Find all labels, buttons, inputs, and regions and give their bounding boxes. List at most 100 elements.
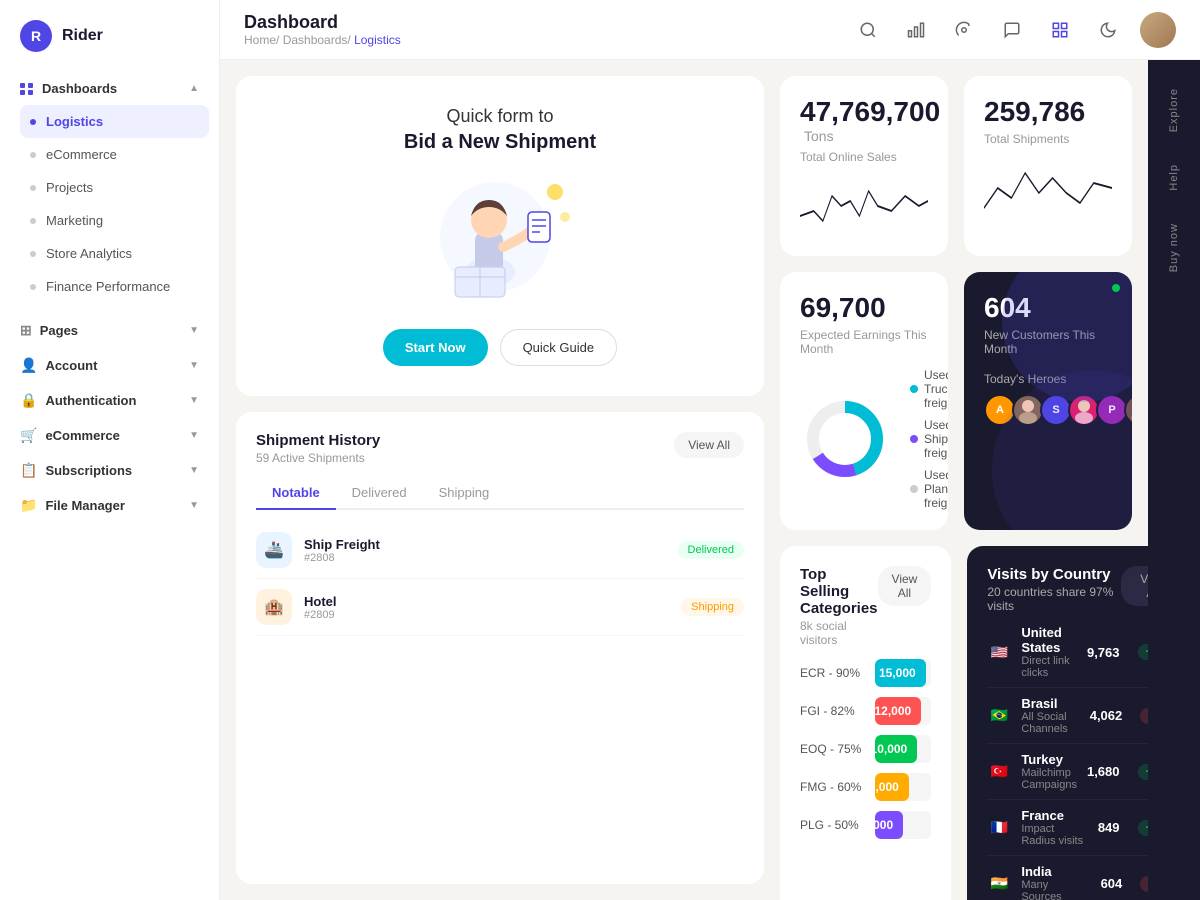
sidebar-item-projects[interactable]: Projects xyxy=(10,171,219,204)
chevron-down-icon: ▼ xyxy=(189,360,199,371)
visits-card: Visits by Country 20 countries share 97%… xyxy=(967,546,1148,900)
logo[interactable]: R Rider xyxy=(0,20,219,72)
fr-flag: 🇫🇷 xyxy=(987,819,1011,837)
ship-label: Used Ship freight xyxy=(924,418,948,460)
tab-delivered[interactable]: Delivered xyxy=(336,477,423,510)
start-now-button[interactable]: Start Now xyxy=(383,329,488,366)
country-source: All Social Channels xyxy=(1021,711,1079,735)
shipment-info: Ship Freight #2808 xyxy=(304,537,666,564)
chevron-up-icon: ▲ xyxy=(189,83,199,94)
shipment-id: #2808 xyxy=(304,552,666,564)
page-title: Dashboard xyxy=(244,12,401,33)
bottom-grid: Top Selling Categories 8k social visitor… xyxy=(780,546,1132,900)
sales-chart xyxy=(800,176,928,236)
country-value: 849 xyxy=(1098,820,1120,835)
auth-icon: 🔒 xyxy=(20,392,37,409)
rs-tab-explore[interactable]: Explore xyxy=(1160,76,1188,144)
bar-label: FMG - 60% xyxy=(800,780,865,794)
user-avatar[interactable] xyxy=(1140,12,1176,48)
stats-grid-top: 47,769,700 Tons Total Online Sales 259,7… xyxy=(780,76,1132,256)
moon-icon[interactable] xyxy=(1092,14,1124,46)
grid-icon[interactable] xyxy=(1044,14,1076,46)
right-panel: 47,769,700 Tons Total Online Sales 259,7… xyxy=(780,60,1148,900)
categories-bars: ECR - 90% 15,000 FGI - 82% 12,000 xyxy=(800,659,931,839)
earnings-card: 69,700 Expected Earnings This Month xyxy=(780,272,948,530)
sidebar-item-marketing[interactable]: Marketing xyxy=(10,204,219,237)
dashboards-icon xyxy=(20,83,34,95)
search-icon[interactable] xyxy=(852,14,884,46)
legend-truck: Used Truck freight 45% xyxy=(910,368,948,410)
sidebar-item-store-analytics[interactable]: Store Analytics xyxy=(10,237,219,270)
bar-track: 10,000 xyxy=(875,735,931,763)
bar-label: ECR - 90% xyxy=(800,666,865,680)
file-manager-group[interactable]: 📁 File Manager ▼ xyxy=(0,488,219,523)
header: Dashboard Home/ Dashboards/ Logistics xyxy=(220,0,1200,60)
countries-list: 🇺🇸 United States Direct link clicks 9,76… xyxy=(987,617,1148,900)
bar-label: PLG - 50% xyxy=(800,818,865,832)
bar-fill: 15,000 xyxy=(875,659,926,687)
chevron-down-icon: ▼ xyxy=(189,430,199,441)
country-info: United States Direct link clicks xyxy=(1021,625,1077,679)
sidebar: R Rider Dashboards ▲ Logistics eCommerce… xyxy=(0,0,220,900)
tab-notable[interactable]: Notable xyxy=(256,477,336,510)
donut-chart-container: Used Truck freight 45% Used Ship freight… xyxy=(800,368,928,510)
bar-fmg: FMG - 60% 8,000 xyxy=(800,773,931,801)
shipment-hotel-icon: 🏨 xyxy=(256,589,292,625)
rs-tab-help[interactable]: Help xyxy=(1160,152,1188,203)
donut-chart xyxy=(800,394,890,484)
chart-icon[interactable] xyxy=(900,14,932,46)
br-flag: 🇧🇷 xyxy=(987,707,1011,725)
visits-view-all[interactable]: View All xyxy=(1121,566,1148,606)
shipment-history-subtitle: 59 Active Shipments xyxy=(256,451,380,465)
bar-track: 8,000 xyxy=(875,773,931,801)
dashboards-group[interactable]: Dashboards ▲ xyxy=(0,72,219,105)
settings-icon[interactable] xyxy=(948,14,980,46)
promo-illustration xyxy=(410,172,590,302)
sidebar-item-finance-performance[interactable]: Finance Performance xyxy=(10,270,219,303)
shipments-chart xyxy=(984,158,1112,218)
messages-icon[interactable] xyxy=(996,14,1028,46)
rs-tab-buy-now[interactable]: Buy now xyxy=(1160,211,1188,284)
pages-group[interactable]: ⊞ Pages ▼ xyxy=(0,313,219,348)
plane-label: Used Plane freight xyxy=(924,468,948,510)
quick-guide-button[interactable]: Quick Guide xyxy=(500,329,618,366)
ecommerce-group[interactable]: 🛒 eCommerce ▼ xyxy=(0,418,219,453)
shipment-status: Delivered xyxy=(678,541,744,559)
categories-card: Top Selling Categories 8k social visitor… xyxy=(780,546,951,900)
subscriptions-icon: 📋 xyxy=(20,462,37,479)
app-name: Rider xyxy=(62,27,103,45)
card-header: Visits by Country 20 countries share 97%… xyxy=(987,566,1148,613)
view-all-button[interactable]: View All xyxy=(674,432,744,458)
shipment-name: Ship Freight xyxy=(304,537,666,552)
authentication-group[interactable]: 🔒 Authentication ▼ xyxy=(0,383,219,418)
bar-eoq: EOQ - 75% 10,000 xyxy=(800,735,931,763)
categories-title: Top Selling Categories xyxy=(800,566,878,617)
country-fr: 🇫🇷 France Impact Radius visits 849 +4.1% xyxy=(987,800,1148,856)
sidebar-item-ecommerce[interactable]: eCommerce xyxy=(10,138,219,171)
legend-plane: Used Plane freight 34% xyxy=(910,468,948,510)
categories-view-all[interactable]: View All xyxy=(878,566,932,606)
sidebar-item-logistics[interactable]: Logistics xyxy=(20,105,209,138)
bar-label: EOQ - 75% xyxy=(800,742,865,756)
pages-icon: ⊞ xyxy=(20,322,32,339)
subscriptions-group[interactable]: 📋 Subscriptions ▼ xyxy=(0,453,219,488)
breadcrumb-home: Home/ xyxy=(244,33,283,47)
card-title-group: Top Selling Categories 8k social visitor… xyxy=(800,566,878,647)
active-dot xyxy=(30,119,36,125)
card-header: Shipment History 59 Active Shipments Vie… xyxy=(256,432,744,465)
dot-icon xyxy=(30,185,36,191)
tab-shipping[interactable]: Shipping xyxy=(423,477,506,510)
card-title-group: Visits by Country 20 countries share 97%… xyxy=(987,566,1121,613)
legend-ship: Used Ship freight 21% xyxy=(910,418,948,460)
account-group[interactable]: 👤 Account ▼ xyxy=(0,348,219,383)
country-info: France Impact Radius visits xyxy=(1021,808,1087,847)
country-source: Impact Radius visits xyxy=(1021,823,1087,847)
file-manager-icon: 📁 xyxy=(20,497,37,514)
change-badge: -8.3% xyxy=(1140,876,1148,892)
total-sales-unit: Tons xyxy=(804,128,834,144)
stats-grid-bottom: 69,700 Expected Earnings This Month xyxy=(780,272,1132,530)
country-info: Turkey Mailchimp Campaigns xyxy=(1021,752,1077,791)
avatar-image xyxy=(1140,12,1176,48)
total-shipments-value: 259,786 xyxy=(984,96,1085,127)
breadcrumb: Home/ Dashboards/ Logistics xyxy=(244,33,401,47)
